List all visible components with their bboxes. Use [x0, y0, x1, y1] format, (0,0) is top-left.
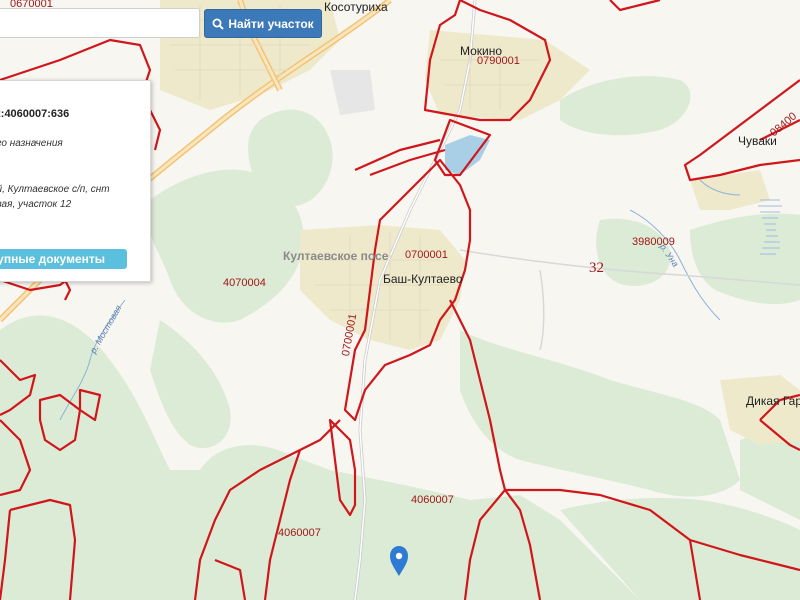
search-icon: [212, 18, 225, 30]
town-label-kosoturikha: Косотуриха: [324, 0, 388, 14]
plot-address-line1: ий, Култаевское с/п, снт: [0, 184, 110, 195]
cadastral-number[interactable]: :2:4060007:636: [0, 108, 69, 120]
plot-address: ий, Култаевское с/п, снт овая, участок 1…: [0, 182, 110, 212]
search-input[interactable]: [0, 8, 200, 38]
settlement-label: Култаевское посе: [283, 249, 389, 263]
plot-purpose: ого назначения: [0, 138, 63, 149]
plot-info-panel: :2:4060007:636 ого назначения ий, Култае…: [0, 80, 151, 282]
find-plot-button-label: Найти участок: [228, 16, 314, 31]
cadastral-label-4070004: 4070004: [223, 277, 266, 289]
cadastral-label-4060007-right: 4060007: [411, 494, 454, 506]
town-label-bash-kultaevo: Баш-Култаево: [383, 272, 463, 286]
find-plot-button[interactable]: Найти участок: [204, 9, 322, 38]
town-label-dikaya-gar: Дикая Гар: [746, 394, 800, 408]
cadastral-label-4060007-left: 4060007: [278, 527, 321, 539]
district-number: 32: [589, 260, 604, 276]
plot-address-line2: овая, участок 12: [0, 199, 72, 210]
cadastral-label-0790001: 0790001: [477, 55, 520, 67]
town-label-chuvaki: Чуваки: [738, 134, 777, 148]
available-documents-button[interactable]: тупные документы: [0, 249, 127, 269]
cadastral-label-0700001-top: 0700001: [405, 249, 448, 261]
